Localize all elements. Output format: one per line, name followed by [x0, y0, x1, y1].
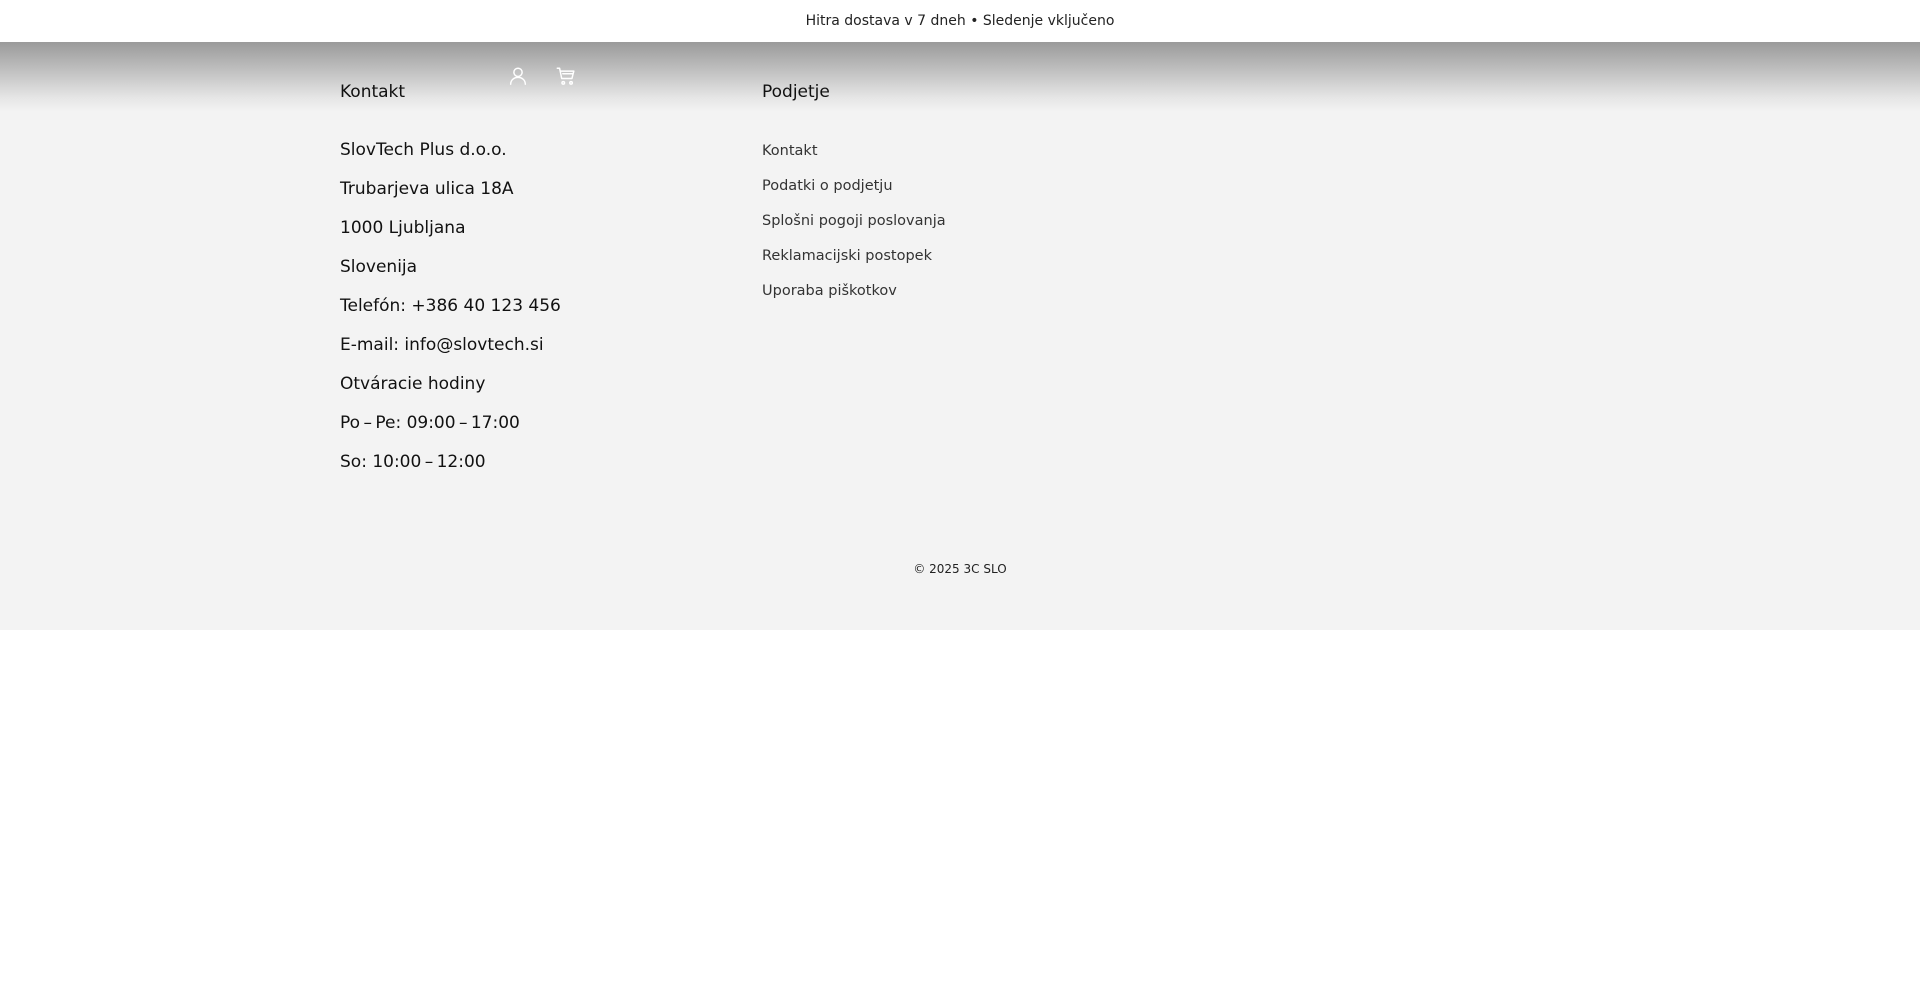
street-address: Trubarjeva ulica 18A	[340, 179, 514, 199]
phone: Telefón: +386 40 123 456	[340, 296, 561, 316]
announcement-bar: Hitra dostava v 7 dneh • Sledenje vključ…	[0, 0, 1920, 42]
weekday-hours: Po – Pe: 09:00 – 17:00	[340, 413, 520, 433]
contact-column: Kontakt SlovTech Plus d.o.o. Trubarjeva …	[340, 80, 720, 482]
announcement-text: Hitra dostava v 7 dneh • Sledenje vključ…	[805, 13, 1115, 29]
contact-heading: Kontakt	[340, 82, 406, 102]
company-name: SlovTech Plus d.o.o.	[340, 140, 507, 160]
company-column: Podjetje Kontakt Podatki o podjetju Splo…	[762, 80, 1142, 309]
saturday-hours: So: 10:00 – 12:00	[340, 452, 486, 472]
copyright: © 2025 3C SLO	[913, 562, 1007, 576]
footer-link-complaints[interactable]: Reklamacijski postopek	[762, 239, 1142, 274]
postal-city: 1000 Ljubljana	[340, 218, 466, 238]
country: Slovenija	[340, 257, 418, 277]
opening-hours-label: Otváracie hodiny	[340, 374, 486, 394]
contact-lines: SlovTech Plus d.o.o. Trubarjeva ulica 18…	[340, 131, 720, 482]
company-links: Kontakt Podatki o podjetju Splošni pogoj…	[762, 134, 1142, 309]
email: E-mail: info@slovtech.si	[340, 335, 544, 355]
footer-link-contact[interactable]: Kontakt	[762, 134, 1142, 169]
footer: Kontakt SlovTech Plus d.o.o. Trubarjeva …	[0, 42, 1920, 630]
footer-link-company-info[interactable]: Podatki o podjetju	[762, 169, 1142, 204]
footer-link-cookies[interactable]: Uporaba piškotkov	[762, 274, 1142, 309]
footer-link-terms[interactable]: Splošni pogoji poslovanja	[762, 204, 1142, 239]
company-heading: Podjetje	[762, 82, 830, 102]
